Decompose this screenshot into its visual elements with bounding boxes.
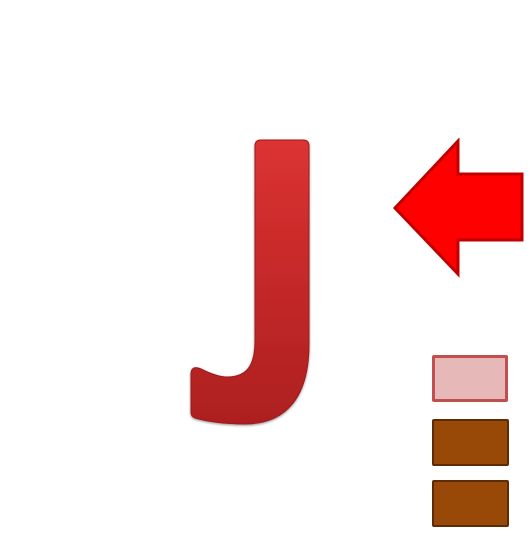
swatch-pink [432,355,508,402]
swatch-brown-2 [432,480,509,527]
swatch-brown-1 [432,419,509,466]
letter-j-shape [190,139,310,425]
canvas [0,0,531,548]
arrow-shape [392,137,524,278]
arrow-left-icon [392,137,526,278]
letter-j-glyph [190,139,310,425]
big-letter-j [175,96,325,456]
